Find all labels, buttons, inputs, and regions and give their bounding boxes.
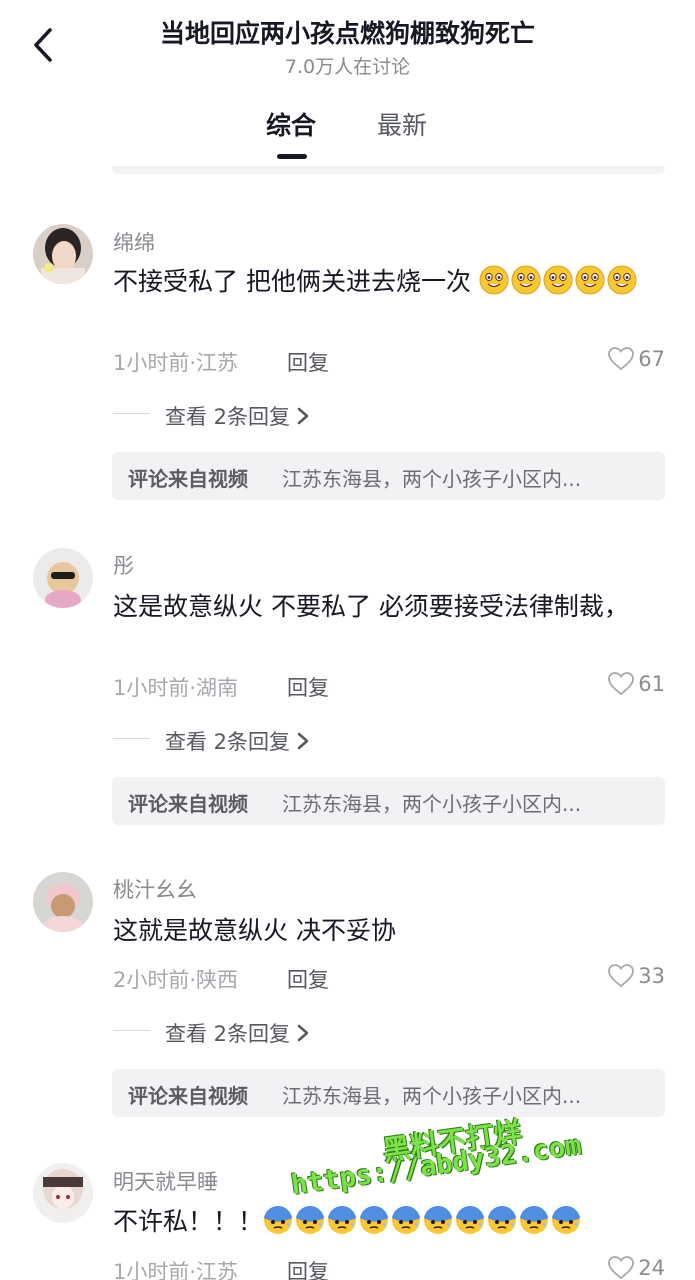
video-source-card[interactable]: 评论来自视频 江苏东海县，两个小孩子小区内... — [112, 777, 665, 825]
discussion-count: 7.0万人在讨论 — [284, 56, 411, 78]
source-text: 江苏东海县，两个小孩子小区内... — [282, 467, 582, 491]
avatar-image — [33, 548, 93, 608]
avatar-image — [33, 224, 93, 284]
smile-emoji-icon — [575, 265, 605, 295]
replies-divider — [113, 413, 150, 414]
time-location: 1小时前·湖南 — [113, 676, 239, 700]
source-label: 评论来自视频 — [128, 792, 248, 816]
comment-text: 不接受私了 把他俩关进去烧一次 — [113, 264, 653, 299]
comment-body: 不接受私了 把他俩关进去烧一次 — [113, 267, 471, 296]
chevron-right-icon — [297, 732, 309, 750]
avatar[interactable] — [33, 224, 93, 284]
username[interactable]: 桃汁幺幺 — [113, 874, 197, 904]
replies-divider — [113, 1030, 150, 1031]
comment-body: 不许私！！！ — [113, 1207, 264, 1236]
cold-sweat-emoji-icon — [328, 1206, 357, 1234]
smile-emoji-icon — [543, 265, 573, 295]
like-count: 33 — [638, 964, 665, 988]
avatar[interactable] — [33, 1163, 93, 1223]
reply-button[interactable]: 回复 — [287, 347, 329, 377]
watermark-url: https://abdy32.com — [289, 1129, 584, 1202]
replies-divider — [113, 738, 150, 739]
chevron-right-icon — [297, 407, 309, 425]
avatar-image — [33, 872, 93, 932]
video-source-card[interactable]: 评论来自视频 江苏东海县，两个小孩子小区内... — [112, 1069, 665, 1117]
topic-header: 当地回应两小孩点燃狗棚致狗死亡 7.0万人在讨论 综合 最新 — [0, 0, 695, 174]
watermark-text: 黑料不打烊 — [380, 1115, 524, 1168]
cold-sweat-emoji-icon — [296, 1206, 325, 1234]
time-location: 1小时前·江苏 — [113, 351, 239, 375]
topic-title: 当地回应两小孩点燃狗棚致狗死亡 — [159, 19, 535, 48]
watermark: 黑料不打烊 https://abdy32.com — [289, 1115, 620, 1210]
smile-emoji-icon — [511, 265, 541, 295]
avatar[interactable] — [33, 548, 93, 608]
source-label: 评论来自视频 — [128, 1084, 248, 1108]
video-source-card[interactable]: 评论来自视频 江苏东海县，两个小孩子小区内... — [112, 452, 665, 500]
like-button[interactable]: 61 — [608, 672, 665, 696]
like-button[interactable]: 67 — [608, 347, 665, 371]
view-replies-button[interactable]: 查看 2条回复 — [165, 726, 310, 756]
cold-sweat-emoji-icon — [456, 1206, 485, 1234]
view-replies-label: 查看 2条回复 — [165, 405, 291, 429]
cold-sweat-emoji-icon — [520, 1206, 549, 1234]
view-replies-button[interactable]: 查看 2条回复 — [165, 401, 310, 431]
active-tab-indicator — [277, 154, 307, 159]
comment-text: 不许私！！！ — [113, 1204, 653, 1239]
smile-emoji-icon — [479, 265, 509, 295]
view-replies-label: 查看 2条回复 — [165, 1022, 291, 1046]
source-text: 江苏东海县，两个小孩子小区内... — [282, 1084, 582, 1108]
reply-button[interactable]: 回复 — [287, 964, 329, 994]
tab-comprehensive[interactable]: 综合 — [266, 106, 316, 142]
heart-icon — [608, 672, 635, 696]
like-count: 61 — [638, 672, 665, 696]
like-count: 24 — [638, 1256, 665, 1280]
tab-bar: 综合 最新 — [0, 106, 695, 166]
divider — [112, 166, 665, 174]
tab-latest[interactable]: 最新 — [377, 106, 427, 142]
time-location: 1小时前·江苏 — [113, 1260, 239, 1280]
cold-sweat-emoji-icon — [552, 1206, 581, 1234]
emoji-row — [263, 1206, 583, 1236]
cold-sweat-emoji-icon — [392, 1206, 421, 1234]
like-count: 67 — [638, 347, 665, 371]
reply-button[interactable]: 回复 — [287, 672, 329, 702]
reply-button[interactable]: 回复 — [287, 1256, 329, 1280]
username[interactable]: 彤 — [113, 550, 134, 580]
username[interactable]: 绵绵 — [113, 227, 155, 257]
like-button[interactable]: 33 — [608, 964, 665, 988]
like-button[interactable]: 24 — [608, 1256, 665, 1280]
smile-emoji-icon — [607, 265, 637, 295]
time-location: 2小时前·陕西 — [113, 968, 239, 992]
emoji-row — [479, 265, 639, 296]
comment-text: 这就是故意纵火 决不妥协 — [113, 916, 396, 945]
source-text: 江苏东海县，两个小孩子小区内... — [282, 792, 582, 816]
cold-sweat-emoji-icon — [360, 1206, 389, 1234]
chevron-right-icon — [297, 1024, 309, 1042]
cold-sweat-emoji-icon — [488, 1206, 517, 1234]
heart-icon — [608, 347, 635, 371]
heart-icon — [608, 1256, 635, 1280]
source-label: 评论来自视频 — [128, 467, 248, 491]
comment-text: 这是故意纵火 不要私了 必须要接受法律制裁， — [113, 592, 629, 621]
view-replies-button[interactable]: 查看 2条回复 — [165, 1018, 310, 1048]
heart-icon — [608, 964, 635, 988]
cold-sweat-emoji-icon — [264, 1206, 293, 1234]
cold-sweat-emoji-icon — [424, 1206, 453, 1234]
avatar-image — [33, 1163, 93, 1223]
username[interactable]: 明天就早睡 — [113, 1166, 218, 1196]
view-replies-label: 查看 2条回复 — [165, 730, 291, 754]
avatar[interactable] — [33, 872, 93, 932]
